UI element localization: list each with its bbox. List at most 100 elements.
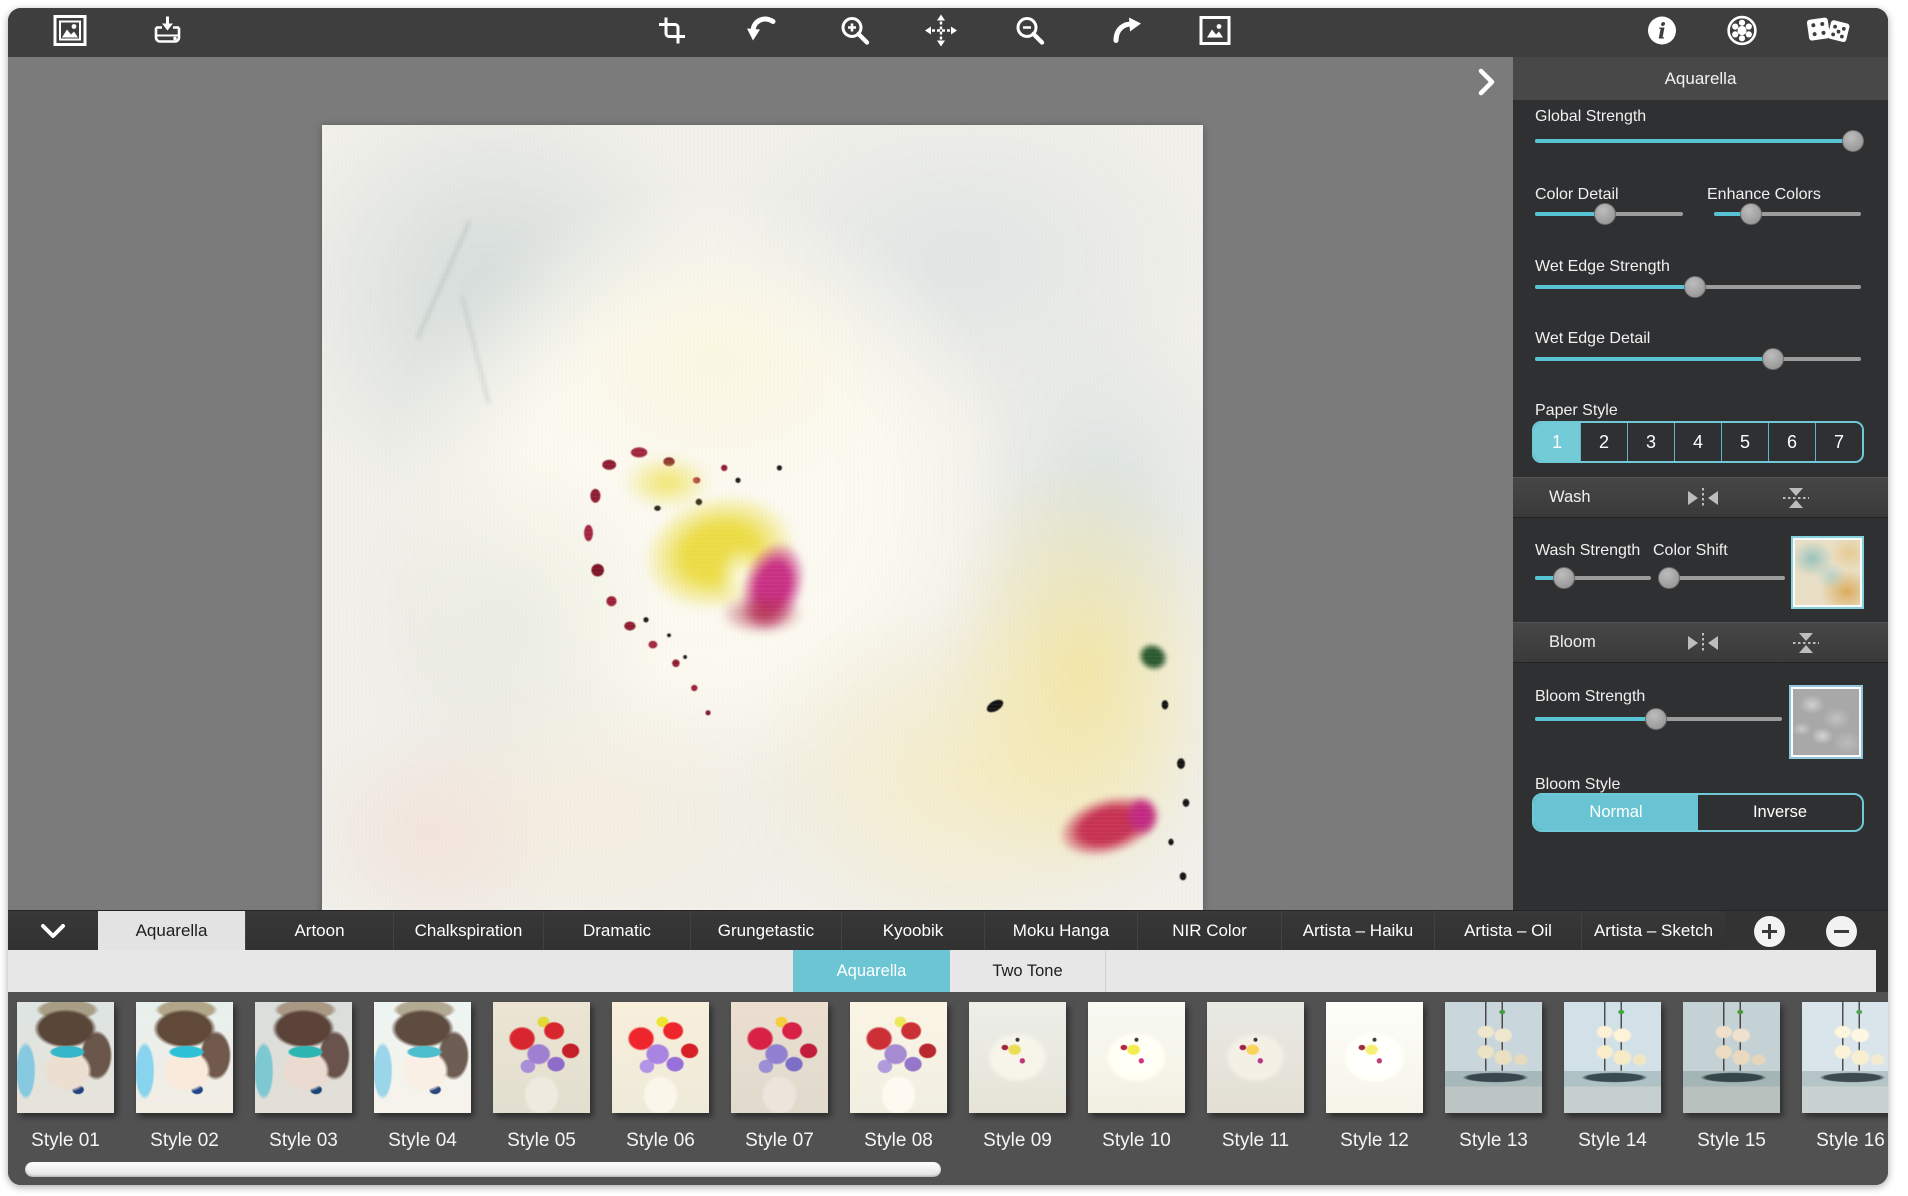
info-icon[interactable]: i <box>1646 14 1678 51</box>
style-label: Style 06 <box>612 1130 709 1152</box>
slider-knob[interactable] <box>1658 567 1680 589</box>
remove-preset-button[interactable] <box>1825 915 1858 948</box>
bloom-title: Bloom <box>1549 623 1596 662</box>
flip-horizontal-icon[interactable] <box>1685 632 1721 659</box>
tab-kyoobik[interactable]: Kyoobik <box>841 911 984 951</box>
rotate-icon[interactable] <box>745 14 779 51</box>
pan-icon[interactable] <box>924 13 958 52</box>
color-detail-slider[interactable] <box>1535 203 1683 225</box>
bloom-style-normal[interactable]: Normal <box>1534 795 1698 830</box>
enhance-colors-slider[interactable] <box>1714 203 1861 225</box>
tab-artista-sketch[interactable]: Artista – Sketch <box>1581 911 1725 951</box>
flip-vertical-icon[interactable] <box>1781 486 1811 515</box>
color-shift-slider[interactable] <box>1658 567 1785 589</box>
style-thumb-09[interactable] <box>969 1002 1066 1113</box>
sub-tab-bar: Aquarella Two Tone <box>8 950 1888 992</box>
slider-knob[interactable] <box>1553 567 1575 589</box>
export-image-icon[interactable] <box>151 14 185 51</box>
style-thumb-03[interactable] <box>255 1002 352 1113</box>
subtab-aquarella[interactable]: Aquarella <box>793 950 950 992</box>
app-screenshot: i <box>0 0 1908 1196</box>
style-thumb-08[interactable] <box>850 1002 947 1113</box>
flip-horizontal-icon[interactable] <box>1685 487 1721 514</box>
paper-style-1[interactable]: 1 <box>1534 423 1580 461</box>
subtab-two-tone[interactable]: Two Tone <box>950 950 1106 992</box>
add-preset-button[interactable] <box>1753 915 1786 948</box>
style-thumb-07[interactable] <box>731 1002 828 1113</box>
slider-knob[interactable] <box>1684 276 1706 298</box>
tab-artoon[interactable]: Artoon <box>245 911 393 951</box>
slider-knob[interactable] <box>1740 203 1762 225</box>
slider-knob[interactable] <box>1842 130 1864 152</box>
wash-section-bar: Wash <box>1513 477 1888 518</box>
paper-style-6[interactable]: 6 <box>1768 423 1815 461</box>
global-strength-slider[interactable] <box>1535 130 1863 152</box>
canvas-area <box>8 57 1513 910</box>
paper-style-2[interactable]: 2 <box>1580 423 1627 461</box>
slider-knob[interactable] <box>1594 203 1616 225</box>
tab-drawer-collapse[interactable] <box>8 911 98 951</box>
tab-dramatic[interactable]: Dramatic <box>543 911 690 951</box>
tab-moku-hanga[interactable]: Moku Hanga <box>984 911 1137 951</box>
bloom-strength-label: Bloom Strength <box>1535 688 1645 706</box>
paper-texture-overlay <box>322 125 1203 937</box>
tab-artista-oil[interactable]: Artista – Oil <box>1434 911 1581 951</box>
bloom-texture-swatch[interactable] <box>1789 685 1863 759</box>
tab-nir-color[interactable]: NIR Color <box>1137 911 1281 951</box>
tab-grungetastic[interactable]: Grungetastic <box>690 911 841 951</box>
toolbar: i <box>8 8 1888 58</box>
view-original-icon[interactable] <box>1198 14 1232 51</box>
wet-edge-detail-slider[interactable] <box>1535 348 1861 370</box>
settings-icon[interactable] <box>1726 14 1758 51</box>
style-thumb-05[interactable] <box>493 1002 590 1113</box>
paper-style-7[interactable]: 7 <box>1815 423 1862 461</box>
style-thumb-13[interactable] <box>1445 1002 1542 1113</box>
style-label: Style 10 <box>1088 1130 1185 1152</box>
paper-style-3[interactable]: 3 <box>1627 423 1674 461</box>
style-label: Style 02 <box>136 1130 233 1152</box>
style-strip <box>8 992 1888 1185</box>
style-thumb-11[interactable] <box>1207 1002 1304 1113</box>
paper-style-5[interactable]: 5 <box>1721 423 1768 461</box>
slider-knob[interactable] <box>1645 708 1667 730</box>
bloom-style-inverse[interactable]: Inverse <box>1698 795 1862 830</box>
paper-style-4[interactable]: 4 <box>1674 423 1721 461</box>
slider-fill <box>1535 717 1656 721</box>
horizontal-scrollbar[interactable] <box>25 1162 941 1177</box>
artwork-preview[interactable] <box>322 125 1203 937</box>
style-thumb-12[interactable] <box>1326 1002 1423 1113</box>
zoom-out-icon[interactable] <box>1014 14 1046 51</box>
style-thumb-15[interactable] <box>1683 1002 1780 1113</box>
bloom-strength-slider[interactable] <box>1535 708 1782 730</box>
style-thumb-06[interactable] <box>612 1002 709 1113</box>
style-thumb-04[interactable] <box>374 1002 471 1113</box>
tab-chalkspiration[interactable]: Chalkspiration <box>393 911 543 951</box>
preset-tab-bar: Aquarella Artoon Chalkspiration Dramatic… <box>8 910 1888 951</box>
style-label: Style 07 <box>731 1130 828 1152</box>
slider-fill <box>1535 285 1695 289</box>
slider-fill <box>1535 139 1853 143</box>
wash-strength-label: Wash Strength <box>1535 542 1640 560</box>
slider-knob[interactable] <box>1762 348 1784 370</box>
style-thumb-14[interactable] <box>1564 1002 1661 1113</box>
flip-vertical-icon[interactable] <box>1791 631 1821 660</box>
tab-aquarella[interactable]: Aquarella <box>98 911 245 951</box>
open-image-icon[interactable] <box>53 14 87 51</box>
random-style-icon[interactable] <box>1805 13 1851 52</box>
tab-artista-haiku[interactable]: Artista – Haiku <box>1281 911 1434 951</box>
paper-style-group: 1 2 3 4 5 6 7 <box>1532 421 1864 463</box>
style-thumb-02[interactable] <box>136 1002 233 1113</box>
redo-icon[interactable] <box>1109 14 1143 51</box>
style-label: Style 16 <box>1802 1130 1888 1152</box>
wet-edge-strength-label: Wet Edge Strength <box>1535 258 1670 276</box>
wash-texture-swatch[interactable] <box>1791 536 1864 609</box>
panel-collapse-button[interactable] <box>1478 68 1508 98</box>
wash-strength-slider[interactable] <box>1535 567 1651 589</box>
wash-title: Wash <box>1549 478 1591 517</box>
style-thumb-16[interactable] <box>1802 1002 1888 1113</box>
wet-edge-strength-slider[interactable] <box>1535 276 1861 298</box>
zoom-in-icon[interactable] <box>839 14 871 51</box>
style-thumb-01[interactable] <box>17 1002 114 1113</box>
style-thumb-10[interactable] <box>1088 1002 1185 1113</box>
crop-icon[interactable] <box>656 14 688 51</box>
